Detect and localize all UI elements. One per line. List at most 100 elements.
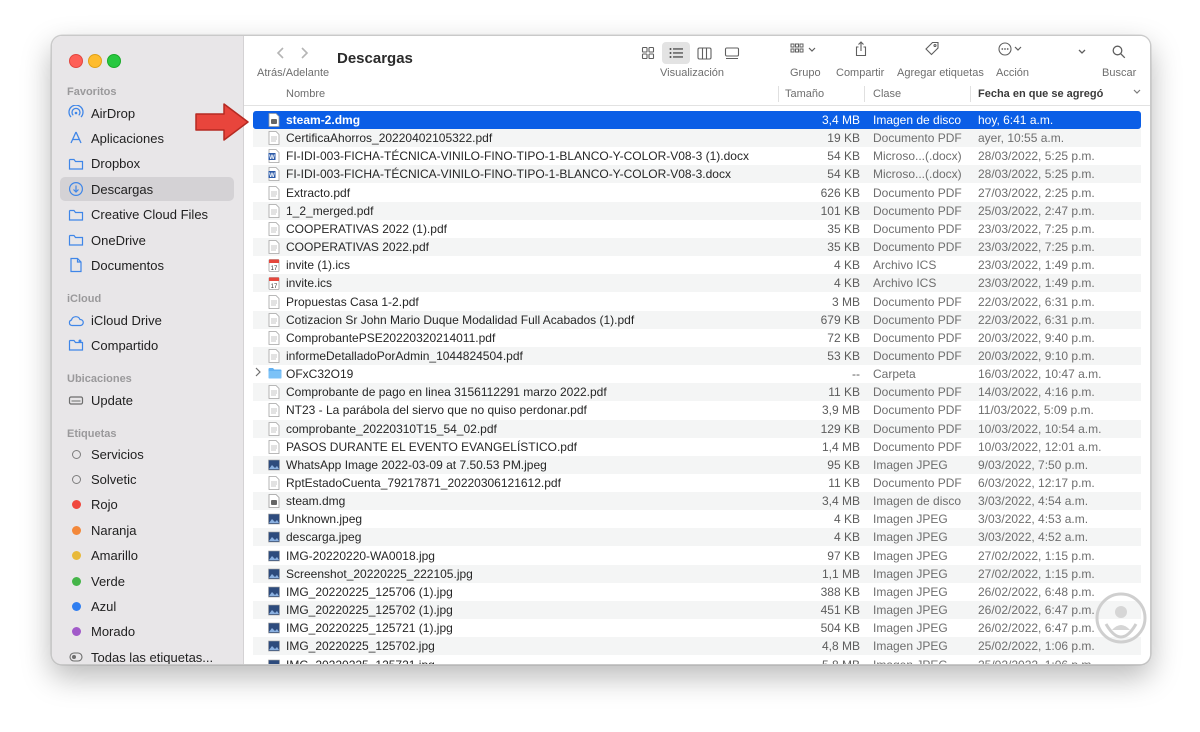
svg-text:17: 17 — [271, 284, 278, 290]
file-row[interactable]: OFxC32O19 -- Carpeta 16/03/2022, 10:47 a.m. — [253, 365, 1141, 383]
file-row[interactable]: Comprobante de pago en linea 3156112291 … — [253, 383, 1141, 402]
sidebar-item-dropbox[interactable]: Dropbox — [60, 152, 234, 176]
file-name: IMG_20220225_125706 (1).jpg — [286, 584, 453, 599]
file-row[interactable]: CertificaAhorros_20220402105322.pdf 19 KB… — [253, 129, 1141, 148]
sidebar-item-servicios[interactable]: Servicios — [60, 442, 234, 466]
file-kind: Documento PDF — [873, 203, 962, 218]
file-row[interactable]: COOPERATIVAS 2022 (1).pdf 35 KB Documento … — [253, 220, 1141, 238]
file-row[interactable]: IMG_20220225_125702 (1).jpg 451 KB Imagen … — [253, 601, 1141, 620]
sidebar-item-creative-cloud-files[interactable]: Creative Cloud Files — [60, 203, 234, 227]
file-row[interactable]: 1_2_merged.pdf 101 KB Documento PDF 25/03/2… — [253, 201, 1141, 220]
file-row[interactable]: COOPERATIVAS 2022.pdf 35 KB Documento PDF 2… — [253, 238, 1141, 257]
file-row[interactable]: Extracto.pdf 626 KB Documento PDF 27/03/202… — [253, 184, 1141, 202]
sidebar-item-naranja[interactable]: Naranja — [60, 518, 234, 542]
file-row[interactable]: IMG-20220220-WA0018.jpg 97 KB Imagen JPEG 2… — [253, 547, 1141, 565]
column-header-date[interactable]: Fecha en que se agregó — [978, 88, 1103, 100]
file-row[interactable]: Cotizacion Sr John Mario Duque Modalidad… — [253, 310, 1141, 329]
file-kind: Imagen JPEG — [873, 603, 948, 618]
sidebar-item-solvetic[interactable]: Solvetic — [60, 467, 234, 491]
group-label: Grupo — [790, 67, 821, 79]
column-header-size[interactable]: Tamaño — [785, 88, 824, 100]
view-label: Visualización — [660, 67, 725, 79]
column-header-row: Nombre Tamaño Clase Fecha en que se agre… — [244, 83, 1150, 106]
sidebar-item-descargas[interactable]: Descargas — [60, 177, 234, 202]
image-icon — [268, 530, 280, 544]
list-view-button[interactable] — [662, 42, 690, 64]
file-row[interactable]: IMG_20220225_125706 (1).jpg 388 KB Imagen … — [253, 583, 1141, 601]
file-row[interactable]: comprobante_20220310T15_54_02.pdf 129 KB D… — [253, 419, 1141, 438]
action-button[interactable] — [998, 42, 1026, 56]
file-row[interactable]: W FI-IDI-003-FICHA-TÉCNICA-VINILO-FINO-TI… — [253, 165, 1141, 184]
file-row[interactable]: ComprobantePSE20220320214011.pdf 72 KB Doc… — [253, 329, 1141, 347]
file-row[interactable]: W FI-IDI-003-FICHA-TÉCNICA-VINILO-FINO-TI… — [253, 147, 1141, 165]
grid-icon — [641, 46, 655, 60]
file-row[interactable]: steam-2.dmg 3,4 MB Imagen de disco hoy, 6:4… — [253, 111, 1141, 129]
sidebar-item-update[interactable]: Update — [60, 388, 234, 412]
sidebar-item-azul[interactable]: Azul — [60, 594, 234, 618]
file-row[interactable]: Unknown.jpeg 4 KB Imagen JPEG 3/03/2022, 4:… — [253, 510, 1141, 528]
file-kind: Documento PDF — [873, 294, 962, 309]
forward-button[interactable] — [299, 46, 309, 65]
file-row[interactable]: RptEstadoCuenta_79217871_20220306121612.… — [253, 474, 1141, 492]
file-row[interactable]: IMG_20220225_125721 (1).jpg 504 KB Imagen … — [253, 619, 1141, 637]
sidebar-item-verde[interactable]: Verde — [60, 569, 234, 593]
back-button[interactable] — [276, 46, 286, 65]
minimize-window-button[interactable] — [88, 54, 102, 68]
icon-view-button[interactable] — [634, 42, 662, 64]
file-name: IMG_20220225_125702 (1).jpg — [286, 603, 453, 618]
column-header-kind[interactable]: Clase — [873, 88, 901, 100]
search-button[interactable] — [1112, 45, 1126, 59]
file-kind: Documento PDF — [873, 476, 962, 490]
file-kind: Imagen JPEG — [873, 621, 948, 636]
share-button[interactable] — [854, 41, 868, 57]
sidebar-item-documentos[interactable]: Documentos — [60, 253, 234, 277]
sidebar-item-label: Aplicaciones — [91, 130, 164, 146]
svg-text:17: 17 — [271, 266, 278, 272]
sidebar-item-compartido[interactable]: Compartido — [60, 333, 234, 357]
more-toolbar-button[interactable] — [1077, 48, 1087, 56]
file-row[interactable]: steam.dmg 3,4 MB Imagen de disco 3/03/2022,… — [253, 492, 1141, 511]
sidebar-item-amarillo[interactable]: Amarillo — [60, 544, 234, 568]
column-view-button[interactable] — [690, 42, 718, 64]
add-tags-button[interactable] — [924, 41, 940, 57]
sidebar-item-onedrive[interactable]: OneDrive — [60, 228, 234, 252]
file-row[interactable]: NT23 - La parábola del siervo que no qui… — [253, 401, 1141, 419]
file-size: 504 KB — [820, 621, 860, 636]
column-divider[interactable] — [778, 86, 779, 102]
file-row[interactable]: 17 invite (1).ics 4 KB Archivo ICS 23/03/202… — [253, 256, 1141, 274]
file-name: 1_2_merged.pdf — [286, 203, 374, 218]
gallery-view-button[interactable] — [718, 42, 746, 64]
sidebar-item-morado[interactable]: Morado — [60, 620, 234, 644]
sidebar-item-rojo[interactable]: Rojo — [60, 493, 234, 517]
file-row[interactable]: 17 invite.ics 4 KB Archivo ICS 23/03/2022, 1… — [253, 274, 1141, 293]
file-row[interactable]: informeDetalladoPorAdmin_1044824504.pdf 5… — [253, 346, 1141, 365]
file-row[interactable]: descarga.jpeg 4 KB Imagen JPEG 3/03/2022, 4… — [253, 528, 1141, 547]
sidebar-item-label: Morado — [91, 624, 136, 640]
file-size: 11 KB — [828, 476, 860, 490]
file-row[interactable]: IMG_20220225_125702.jpg 4,8 MB Imagen JPEG… — [253, 637, 1141, 656]
file-row[interactable]: Propuestas Casa 1-2.pdf 3 MB Documento PDF… — [253, 293, 1141, 311]
file-size: 5,8 MB — [821, 657, 860, 665]
sidebar-item-todas-las-etiquetas[interactable]: Todas las etiquetas... — [60, 645, 234, 664]
disclosure-triangle-icon[interactable] — [254, 367, 264, 380]
column-divider[interactable] — [970, 86, 971, 102]
word-icon: W — [268, 149, 280, 164]
file-row[interactable]: PASOS DURANTE EL EVENTO EVANGELÍSTICO.pd… — [253, 438, 1141, 456]
sidebar-item-icloud-drive[interactable]: iCloud Drive — [60, 308, 234, 332]
zoom-window-button[interactable] — [107, 54, 121, 68]
file-date: 16/03/2022, 10:47 a.m. — [978, 367, 1102, 382]
column-divider[interactable] — [864, 86, 865, 102]
file-row[interactable]: WhatsApp Image 2022-03-09 at 7.50.53 PM.… — [253, 455, 1141, 474]
file-row[interactable]: IMG_20220225_125721.jpg 5,8 MB Imagen JPEG… — [253, 656, 1141, 665]
sort-chevron-icon[interactable] — [1132, 87, 1142, 99]
sidebar-item-label: OneDrive — [91, 232, 146, 248]
folder-icon — [268, 367, 282, 381]
file-row[interactable]: Screenshot_20220225_222105.jpg 1,1 MB Imag… — [253, 564, 1141, 583]
file-date: 22/03/2022, 6:31 p.m. — [978, 294, 1095, 309]
group-button[interactable] — [790, 43, 818, 57]
view-switcher[interactable] — [634, 42, 750, 64]
pdf-icon — [268, 203, 280, 218]
column-header-name[interactable]: Nombre — [286, 88, 325, 100]
pdf-icon — [268, 240, 280, 254]
close-window-button[interactable] — [69, 54, 83, 68]
